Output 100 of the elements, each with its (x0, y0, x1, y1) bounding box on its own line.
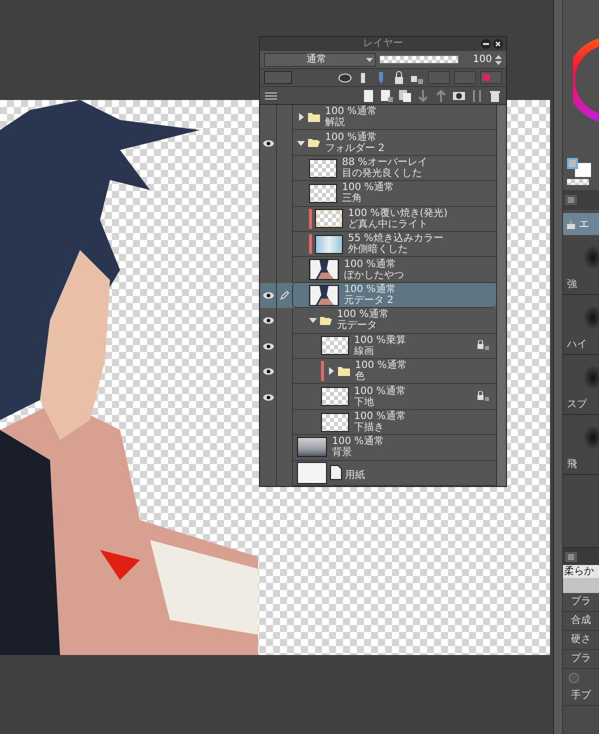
expanded-arrow-icon[interactable] (297, 138, 305, 147)
collapsed-arrow-icon[interactable] (327, 367, 335, 376)
eye-icon[interactable] (262, 368, 274, 376)
brush-preset[interactable]: スプ (563, 355, 599, 415)
layer-row[interactable]: 100 %通常 ぼかしたやつ (260, 257, 496, 283)
property-label: ブラ (563, 650, 599, 669)
menu-icon[interactable] (565, 195, 577, 205)
foreground-color-swatch[interactable] (567, 158, 578, 169)
layer-name: 用紙 (345, 469, 365, 484)
layer-thumbnail (321, 412, 349, 432)
layer-name: 三角 (342, 193, 363, 204)
background-color-swatch[interactable] (575, 163, 591, 177)
brush-preset[interactable]: 強 (563, 235, 599, 295)
layer-row[interactable]: 88 %オーバーレイ 目の発光良くした (260, 156, 496, 182)
layer-blend-mode: 100 %通常 (344, 258, 397, 270)
layer-thumbnail (309, 184, 337, 203)
layer-blend-mode: 100 %通常 (337, 309, 389, 320)
scrollbar[interactable] (496, 105, 506, 486)
minimize-icon[interactable] (481, 39, 491, 49)
layer-thumbnail (297, 462, 327, 484)
layer-blend-mode: 100 %覆い焼き(発光) (348, 208, 448, 219)
layer-name: 色 (355, 371, 366, 382)
layer-blend-mode: 100 %通常 (342, 182, 394, 194)
folder-icon (308, 112, 320, 122)
layer-thumbnail (315, 234, 343, 254)
trash-icon[interactable] (488, 88, 502, 102)
menu-icon[interactable] (565, 552, 577, 562)
layer-blend-mode: 100 %通常 (332, 436, 384, 448)
layer-name: 線画 (354, 346, 375, 357)
layer-row[interactable]: 100 %通常 フォルダー 2 (260, 130, 496, 156)
eye-icon[interactable] (262, 394, 274, 401)
layer-name: 元データ (337, 320, 378, 332)
collapsed-arrow-icon[interactable] (297, 113, 305, 122)
blend-mode-dropdown[interactable]: 通常 (264, 52, 376, 66)
spin-arrows-icon[interactable] (495, 54, 502, 64)
layer-blend-mode: 100 %通常 (354, 411, 406, 422)
checkbox[interactable] (569, 673, 579, 683)
layer-name: フォルダー 2 (325, 142, 385, 154)
layer-row[interactable]: 100 %通常 解説 (260, 105, 496, 130)
layer-name: 外側暗くした (348, 244, 409, 256)
opacity-value: 100 (472, 53, 492, 67)
tool-tab[interactable]: エ (563, 213, 599, 235)
layer-row[interactable]: 100 %通常 元データ 2 (260, 282, 496, 308)
layer-row[interactable]: 用紙 (260, 460, 496, 486)
caret-icon (366, 58, 373, 62)
airbrush-icon (565, 218, 577, 230)
layer-row[interactable]: 100 %覆い焼き(発光) ど真ん中にライト (260, 206, 496, 232)
layer-blend-mode: 100 %通常 (344, 284, 396, 296)
layer-blend-mode: 100 %通常 (325, 106, 377, 118)
layer-thumbnail (297, 437, 327, 458)
layer-row[interactable]: 100 %通常 三角 (260, 181, 496, 207)
folder-icon (308, 138, 320, 148)
brush-stroke-preview (583, 425, 599, 450)
layer-blend-mode: 55 %焼き込みカラー (348, 233, 444, 244)
color-swatch-dropdown[interactable] (264, 71, 292, 84)
pen-icon (280, 291, 289, 300)
close-icon[interactable] (493, 39, 503, 49)
eye-icon[interactable] (262, 292, 274, 300)
brush-stroke-preview (583, 305, 599, 330)
property-label: 硬さ (563, 631, 599, 650)
scrollbar[interactable] (554, 0, 563, 734)
layer-name: ぼかしたやつ (344, 270, 404, 281)
layer-thumbnail (321, 336, 349, 356)
folder-icon (338, 366, 350, 376)
new-layer-icon[interactable] (362, 88, 376, 102)
panel-title: レイヤー (363, 39, 403, 49)
layer-row[interactable]: 100 %通常 下地 (260, 384, 496, 410)
layer-name: 下地 (354, 396, 375, 408)
brush-preset[interactable]: ハイ (563, 295, 599, 355)
folder-icon (320, 316, 332, 325)
layer-thumbnail (309, 284, 339, 306)
transparent-color-swatch[interactable] (567, 179, 589, 185)
sub-tool-item[interactable]: 柔らか (563, 565, 599, 593)
layer-name: 解説 (325, 117, 346, 128)
layer-blend-mode: 100 %乗算 (354, 334, 406, 346)
layer-blend-mode: 100 %通常 (355, 360, 407, 372)
brush-stroke-preview (583, 245, 599, 270)
layer-color-dropdown[interactable] (480, 71, 502, 84)
layer-row[interactable]: 100 %通常 元データ (260, 308, 496, 334)
eye-icon[interactable] (262, 342, 274, 350)
layer-row[interactable]: 100 %通常 下描き (260, 410, 496, 436)
layer-thumbnail (309, 259, 339, 280)
layer-name: 目の発光良くした (342, 168, 423, 180)
new-folder-icon[interactable] (398, 88, 412, 102)
brush-preset[interactable]: 飛 (563, 415, 599, 475)
layer-row[interactable]: 100 %乗算 線画 (260, 334, 496, 360)
layer-blend-mode: 88 %オーバーレイ (342, 157, 428, 168)
layer-thumbnail (315, 209, 343, 228)
layer-row[interactable]: 100 %通常 色 (260, 359, 496, 384)
expanded-arrow-icon[interactable] (309, 316, 317, 324)
new-vector-layer-icon[interactable] (380, 88, 394, 102)
layer-thumbnail (309, 158, 337, 178)
layer-thumbnail (321, 387, 349, 406)
layer-row[interactable]: 55 %焼き込みカラー 外側暗くした (260, 232, 496, 258)
eye-icon[interactable] (262, 317, 274, 324)
layer-row[interactable]: 100 %通常 背景 (260, 435, 496, 461)
brush-stroke-preview (583, 365, 599, 390)
eye-icon[interactable] (262, 140, 274, 147)
lock-icon[interactable] (392, 70, 406, 84)
property-label: 手ブ (563, 687, 599, 706)
